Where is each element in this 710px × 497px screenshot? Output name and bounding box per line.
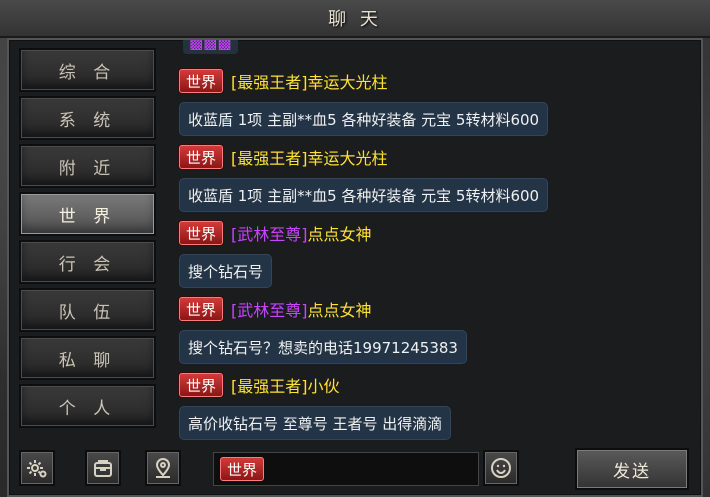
message-text: 收蓝盾 1项 主副**血5 各种好装备 元宝 5转材料600	[179, 178, 549, 212]
message-header: 世界 [最强王者]幸运大光柱	[179, 144, 388, 170]
bag-button[interactable]	[85, 450, 121, 486]
tab-personal[interactable]: 个 人	[19, 384, 156, 428]
title-bar: 聊 天	[0, 0, 710, 38]
location-button[interactable]	[145, 450, 181, 486]
channel-badge: 世界	[179, 145, 223, 169]
channel-badge: 世界	[179, 69, 223, 93]
message-text: 高价收钻石号 至尊号 王者号 出得滴滴	[179, 406, 452, 440]
sender-name[interactable]: 幸运大光柱	[308, 149, 388, 168]
tab-system[interactable]: 系 统	[19, 96, 156, 140]
chat-input-area: 世界	[213, 452, 479, 486]
sender-name[interactable]: 小伙	[308, 377, 340, 396]
message-text: 搜个钻石号	[179, 254, 273, 288]
tab-team[interactable]: 队 伍	[19, 288, 156, 332]
message-text: 收蓝盾 1项 主副**血5 各种好装备 元宝 5转材料600	[179, 102, 549, 136]
input-bar: 世界 发送	[9, 444, 701, 495]
settings-button[interactable]	[19, 450, 55, 486]
send-button[interactable]: 发送	[575, 448, 689, 490]
emoji-button[interactable]	[483, 450, 519, 486]
message-header: 世界 [最强王者]幸运大光柱	[179, 68, 388, 94]
sender-title: [武林至尊]	[231, 225, 308, 244]
tab-guild[interactable]: 行 会	[19, 240, 156, 284]
tab-nearby[interactable]: 附 近	[19, 144, 156, 188]
sender-title: [最强王者]	[231, 149, 308, 168]
message-header: 世界 [武林至尊]点点女神	[179, 220, 372, 246]
channel-badge: 世界	[179, 373, 223, 397]
sender-title: [最强王者]	[231, 377, 308, 396]
gear-icon	[27, 460, 47, 478]
tab-world[interactable]: 世 界	[19, 192, 156, 236]
tab-general[interactable]: 综 合	[19, 48, 156, 92]
channel-badge: 世界	[179, 221, 223, 245]
chat-panel: 综 合 系 统 附 近 世 界 行 会 队 伍 私 聊 个 人 ▩▩▩ 世界 […	[7, 38, 703, 497]
sender-name[interactable]: 点点女神	[308, 301, 372, 320]
bag-icon	[94, 460, 112, 477]
location-icon	[155, 457, 171, 478]
chat-input[interactable]	[264, 453, 478, 485]
sender-name[interactable]: 幸运大光柱	[308, 73, 388, 92]
message-list[interactable]: ▩▩▩ 世界 [最强王者]幸运大光柱 收蓝盾 1项 主副**血5 各种好装备 元…	[173, 40, 691, 440]
sender-name[interactable]: 点点女神	[308, 225, 372, 244]
channel-badge: 世界	[179, 297, 223, 321]
smile-icon	[491, 458, 511, 478]
message-text: 搜个钻石号？想卖的电话19971245383	[179, 330, 467, 364]
tab-private[interactable]: 私 聊	[19, 336, 156, 380]
channel-tabs: 综 合 系 统 附 近 世 界 行 会 队 伍 私 聊 个 人	[19, 48, 165, 432]
message-header: 世界 [最强王者]小伙	[179, 372, 340, 398]
chat-window: 聊 天 综 合 系 统 附 近 世 界 行 会 队 伍 私 聊 个 人 ▩▩▩ …	[0, 0, 710, 497]
input-channel-badge[interactable]: 世界	[220, 457, 264, 481]
window-title: 聊 天	[328, 9, 382, 30]
clipped-message: ▩▩▩	[183, 40, 238, 54]
sender-title: [武林至尊]	[231, 301, 308, 320]
sender-title: [最强王者]	[231, 73, 308, 92]
message-header: 世界 [武林至尊]点点女神	[179, 296, 372, 322]
